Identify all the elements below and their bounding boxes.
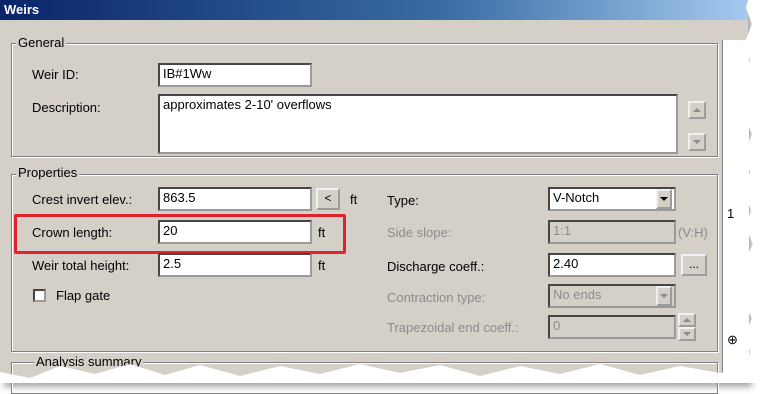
torn-edge-decoration (0, 0, 765, 383)
